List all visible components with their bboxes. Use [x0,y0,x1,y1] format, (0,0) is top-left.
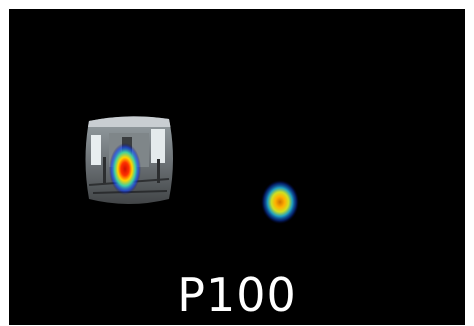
caption-label: P100 [177,268,297,322]
heat-blob [261,180,299,224]
fisheye-room-image [85,116,173,204]
image-frame: P100 [9,9,465,325]
